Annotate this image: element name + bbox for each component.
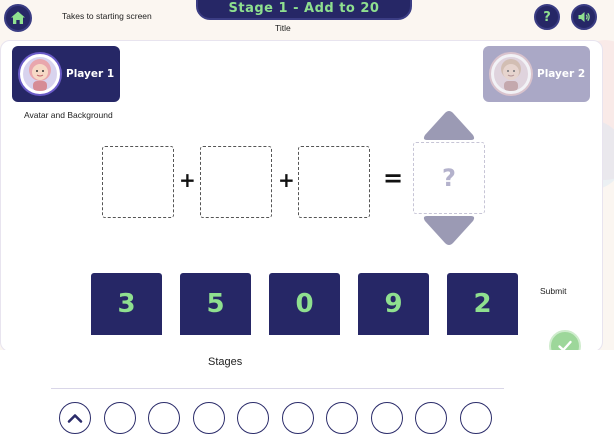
stage-5-button[interactable] <box>237 402 269 434</box>
title-annotation: Title <box>275 23 291 33</box>
stage-6-button[interactable] <box>282 402 314 434</box>
boy-avatar-icon <box>501 59 521 91</box>
help-button[interactable]: ? <box>534 4 560 30</box>
stage-10-button[interactable] <box>460 402 492 434</box>
number-card[interactable]: 0 <box>269 273 340 335</box>
submit-annotation: Submit <box>540 286 567 296</box>
question-icon: ? <box>543 9 551 25</box>
addend-slot-2[interactable] <box>200 146 272 218</box>
answer-placeholder: ? <box>442 164 456 192</box>
home-icon <box>11 11 25 24</box>
stage-2-button[interactable] <box>104 402 136 434</box>
sound-button[interactable] <box>571 4 597 30</box>
stage-3-button[interactable] <box>148 402 180 434</box>
stage-7-button[interactable] <box>326 402 358 434</box>
number-card[interactable]: 2 <box>447 273 518 335</box>
stage-1-button[interactable] <box>59 402 91 434</box>
addend-slot-3[interactable] <box>298 146 370 218</box>
number-card[interactable]: 3 <box>91 273 162 335</box>
home-button[interactable] <box>4 4 32 32</box>
player-2-card: Player 2 <box>483 46 590 102</box>
player-1-avatar <box>20 54 60 94</box>
player-2-name: Player 2 <box>537 68 586 80</box>
speaker-icon <box>578 12 590 22</box>
stage-9-button[interactable] <box>415 402 447 434</box>
chevron-up-icon <box>67 414 83 423</box>
avatar-annotation: Avatar and Background <box>24 110 113 120</box>
number-card[interactable]: 5 <box>180 273 251 335</box>
player-2-avatar <box>491 54 531 94</box>
addend-slot-1[interactable] <box>102 146 174 218</box>
stage-8-button[interactable] <box>371 402 403 434</box>
plus-operator: + <box>179 168 196 192</box>
triangle-up-icon[interactable] <box>419 108 479 142</box>
player-1-name: Player 1 <box>66 68 115 80</box>
girl-avatar-icon <box>29 59 51 91</box>
answer-box: ? <box>413 142 485 214</box>
home-annotation: Takes to starting screen <box>62 11 152 21</box>
stage-4-button[interactable] <box>193 402 225 434</box>
triangle-down-icon[interactable] <box>419 214 479 248</box>
stage-title: Stage 1 - Add to 20 <box>196 0 412 20</box>
stages-label: Stages <box>208 356 243 368</box>
equals-sign: = <box>383 164 404 192</box>
number-card[interactable]: 9 <box>358 273 429 335</box>
plus-operator: + <box>278 168 295 192</box>
player-1-card: Player 1 <box>12 46 120 102</box>
